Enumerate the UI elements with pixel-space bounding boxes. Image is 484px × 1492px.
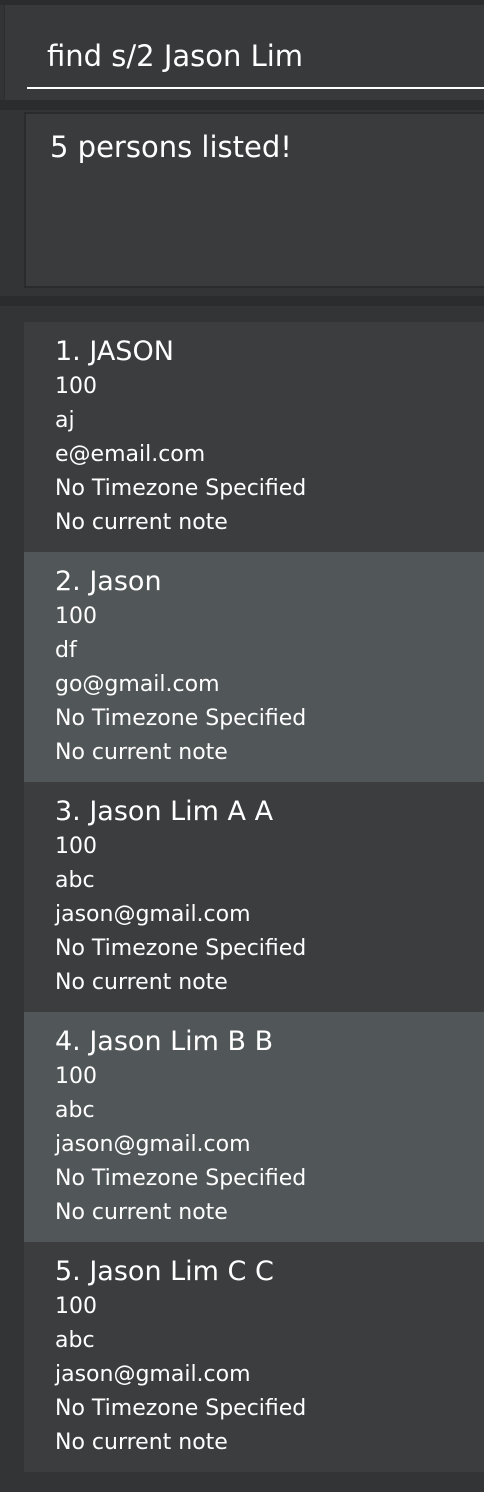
result-display: 5 persons listed! xyxy=(24,112,484,288)
person-note: No current note xyxy=(55,740,228,765)
person-card[interactable]: 3. Jason Lim A A 100 abc jason@gmail.com… xyxy=(24,782,484,1012)
person-timezone: No Timezone Specified xyxy=(55,1396,307,1421)
person-note: No current note xyxy=(55,1430,228,1455)
person-email: e@email.com xyxy=(55,442,206,467)
person-name: 1. JASON xyxy=(55,336,174,367)
person-email: jason@gmail.com xyxy=(55,1362,251,1387)
person-phone: 100 xyxy=(55,1064,97,1089)
person-name: 4. Jason Lim B B xyxy=(55,1026,274,1057)
person-address: abc xyxy=(55,868,95,893)
person-name: 3. Jason Lim A A xyxy=(55,796,274,827)
person-phone: 100 xyxy=(55,604,97,629)
person-timezone: No Timezone Specified xyxy=(55,936,307,961)
person-address: abc xyxy=(55,1328,95,1353)
person-list[interactable]: 1. JASON 100 aj e@email.com No Timezone … xyxy=(24,322,484,1472)
person-email: jason@gmail.com xyxy=(55,1132,251,1157)
person-phone: 100 xyxy=(55,374,97,399)
person-note: No current note xyxy=(55,510,228,535)
person-email: jason@gmail.com xyxy=(55,902,251,927)
person-timezone: No Timezone Specified xyxy=(55,706,307,731)
divider xyxy=(0,100,484,110)
person-email: go@gmail.com xyxy=(55,672,220,697)
app-window: 5 persons listed! 1. JASON 100 aj e@emai… xyxy=(0,0,484,1492)
person-address: abc xyxy=(55,1098,95,1123)
person-phone: 100 xyxy=(55,1294,97,1319)
person-card[interactable]: 5. Jason Lim C C 100 abc jason@gmail.com… xyxy=(24,1242,484,1472)
person-name: 2. Jason xyxy=(55,566,162,597)
person-card[interactable]: 4. Jason Lim B B 100 abc jason@gmail.com… xyxy=(24,1012,484,1242)
person-card[interactable]: 2. Jason 100 df go@gmail.com No Timezone… xyxy=(24,552,484,782)
person-address: aj xyxy=(55,408,75,433)
command-box xyxy=(4,5,484,100)
person-timezone: No Timezone Specified xyxy=(55,476,307,501)
person-note: No current note xyxy=(55,970,228,995)
result-message: 5 persons listed! xyxy=(50,130,292,164)
person-phone: 100 xyxy=(55,834,97,859)
bottom-gap xyxy=(0,1472,484,1492)
person-timezone: No Timezone Specified xyxy=(55,1166,307,1191)
person-note: No current note xyxy=(55,1200,228,1225)
person-name: 5. Jason Lim C C xyxy=(55,1256,274,1287)
command-input[interactable] xyxy=(27,25,484,89)
divider xyxy=(0,296,484,306)
person-card[interactable]: 1. JASON 100 aj e@email.com No Timezone … xyxy=(24,322,484,552)
person-address: df xyxy=(55,638,77,663)
